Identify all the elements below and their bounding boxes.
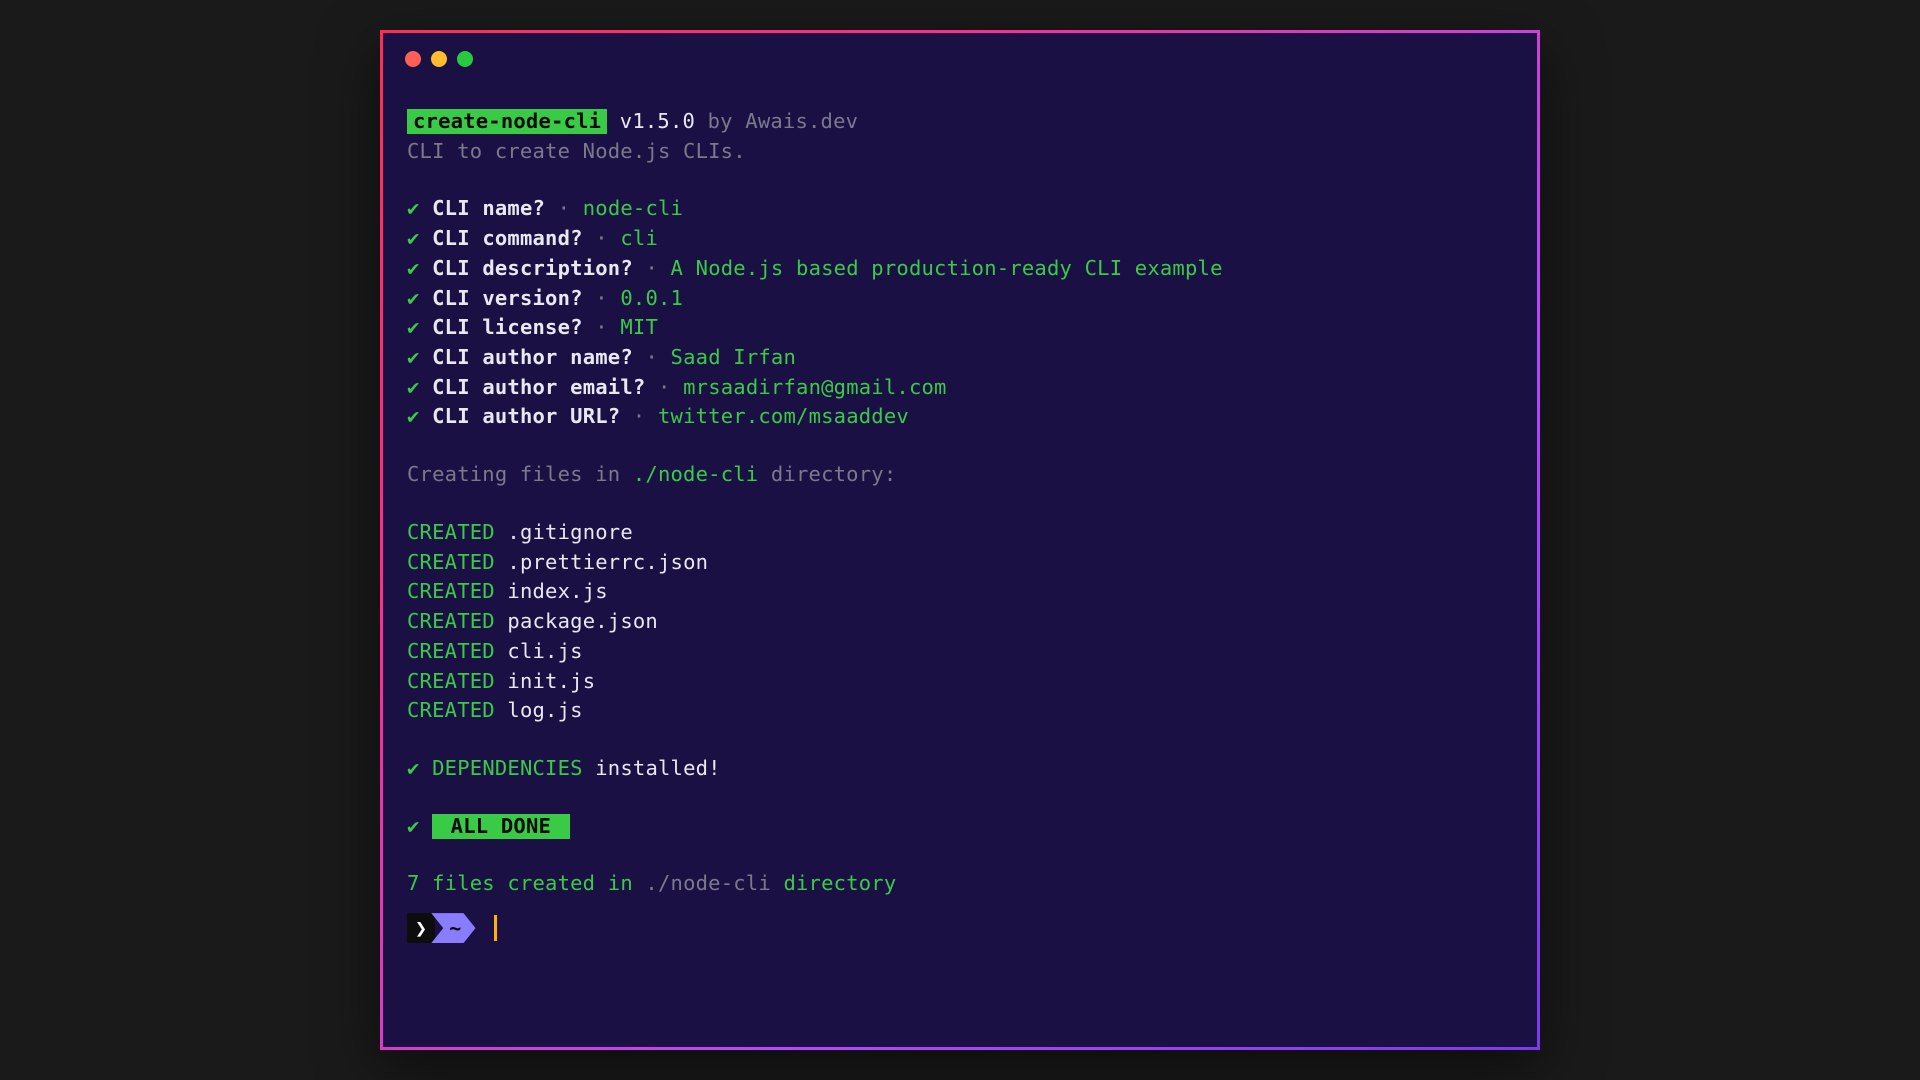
prompt-row-0: ✔ CLI name? · node-cli (407, 194, 1513, 224)
header-line: create-node-cli v1.5.0 by Awais.dev (407, 107, 1513, 137)
tagline: CLI to create Node.js CLIs. (407, 137, 1513, 167)
prompt-answer: Saad Irfan (671, 345, 796, 369)
prompt-answer: twitter.com/msaaddev (658, 404, 909, 428)
shell-prompt[interactable]: ❯ ~ (407, 913, 1513, 943)
prompt-answer: mrsaadirfan@gmail.com (683, 375, 947, 399)
prompt-row-6: ✔ CLI author email? · mrsaadirfan@gmail.… (407, 373, 1513, 403)
created-row-1: CREATED .prettierrc.json (407, 548, 1513, 578)
prompt-answer: cli (620, 226, 658, 250)
deps-status: installed! (583, 756, 721, 780)
separator: · (583, 226, 621, 250)
prompt-row-4: ✔ CLI license? · MIT (407, 313, 1513, 343)
prompt-question: CLI command? (432, 226, 583, 250)
summary-mid1: files created in (420, 871, 646, 895)
all-done-badge: ALL DONE (432, 814, 569, 839)
created-label: CREATED (407, 550, 495, 574)
summary-suffix: directory (771, 871, 896, 895)
maximize-icon[interactable] (457, 51, 473, 67)
created-file: package.json (507, 609, 658, 633)
prompt-arrow-icon: ❯ (407, 913, 435, 943)
by-text: by Awais.dev (695, 109, 858, 133)
prompt-row-2: ✔ CLI description? · A Node.js based pro… (407, 254, 1513, 284)
created-file: index.js (507, 579, 607, 603)
check-icon: ✔ (407, 404, 420, 428)
creating-path: ./node-cli (633, 462, 758, 486)
prompt-answer: 0.0.1 (620, 286, 683, 310)
prompt-question: CLI license? (432, 315, 583, 339)
check-icon: ✔ (407, 196, 420, 220)
created-label: CREATED (407, 520, 495, 544)
prompt-row-3: ✔ CLI version? · 0.0.1 (407, 284, 1513, 314)
prompt-row-5: ✔ CLI author name? · Saad Irfan (407, 343, 1513, 373)
window-controls (383, 51, 1537, 67)
check-icon: ✔ (407, 756, 420, 780)
created-label: CREATED (407, 669, 495, 693)
created-row-5: CREATED init.js (407, 667, 1513, 697)
prompt-question: CLI version? (432, 286, 583, 310)
summary-path: ./node-cli (645, 871, 770, 895)
version: 1.5.0 (632, 109, 695, 133)
created-file: init.js (507, 669, 595, 693)
prompt-row-7: ✔ CLI author URL? · twitter.com/msaaddev (407, 402, 1513, 432)
cursor-icon (494, 915, 497, 941)
check-icon: ✔ (407, 345, 420, 369)
deps-line: ✔ DEPENDENCIES installed! (407, 754, 1513, 784)
check-icon: ✔ (407, 315, 420, 339)
prompt-question: CLI name? (432, 196, 545, 220)
check-icon: ✔ (407, 375, 420, 399)
prompt-question: CLI author email? (432, 375, 645, 399)
prompt-answer: node-cli (583, 196, 683, 220)
prompt-row-1: ✔ CLI command? · cli (407, 224, 1513, 254)
close-icon[interactable] (405, 51, 421, 67)
summary-count: 7 (407, 871, 420, 895)
created-row-6: CREATED log.js (407, 696, 1513, 726)
creating-suffix: directory: (758, 462, 896, 486)
minimize-icon[interactable] (431, 51, 447, 67)
creating-line: Creating files in ./node-cli directory: (407, 460, 1513, 490)
created-row-3: CREATED package.json (407, 607, 1513, 637)
created-label: CREATED (407, 579, 495, 603)
prompt-answer: A Node.js based production-ready CLI exa… (671, 256, 1223, 280)
separator: · (583, 315, 621, 339)
created-label: CREATED (407, 639, 495, 663)
terminal-body: create-node-cli v1.5.0 by Awais.dev CLI … (383, 67, 1537, 963)
check-icon: ✔ (407, 814, 420, 838)
created-label: CREATED (407, 698, 495, 722)
separator: · (645, 375, 683, 399)
version-prefix: v (607, 109, 632, 133)
separator: · (620, 404, 658, 428)
check-icon: ✔ (407, 226, 420, 250)
created-row-4: CREATED cli.js (407, 637, 1513, 667)
prompt-path: ~ (431, 913, 475, 943)
separator: · (545, 196, 583, 220)
prompt-question: CLI description? (432, 256, 633, 280)
created-file: log.js (507, 698, 582, 722)
prompt-question: CLI author URL? (432, 404, 620, 428)
created-row-2: CREATED index.js (407, 577, 1513, 607)
terminal-window: create-node-cli v1.5.0 by Awais.dev CLI … (380, 30, 1540, 1050)
separator: · (633, 256, 671, 280)
creating-prefix: Creating files in (407, 462, 633, 486)
check-icon: ✔ (407, 256, 420, 280)
separator: · (633, 345, 671, 369)
deps-label: DEPENDENCIES (432, 756, 583, 780)
created-file: cli.js (507, 639, 582, 663)
prompt-answer: MIT (620, 315, 658, 339)
created-label: CREATED (407, 609, 495, 633)
prompt-question: CLI author name? (432, 345, 633, 369)
created-row-0: CREATED .gitignore (407, 518, 1513, 548)
summary-line: 7 files created in ./node-cli directory (407, 869, 1513, 899)
all-done-line: ✔ ALL DONE (407, 812, 1513, 842)
package-badge: create-node-cli (407, 109, 607, 134)
created-file: .gitignore (507, 520, 632, 544)
separator: · (583, 286, 621, 310)
check-icon: ✔ (407, 286, 420, 310)
created-file: .prettierrc.json (507, 550, 708, 574)
